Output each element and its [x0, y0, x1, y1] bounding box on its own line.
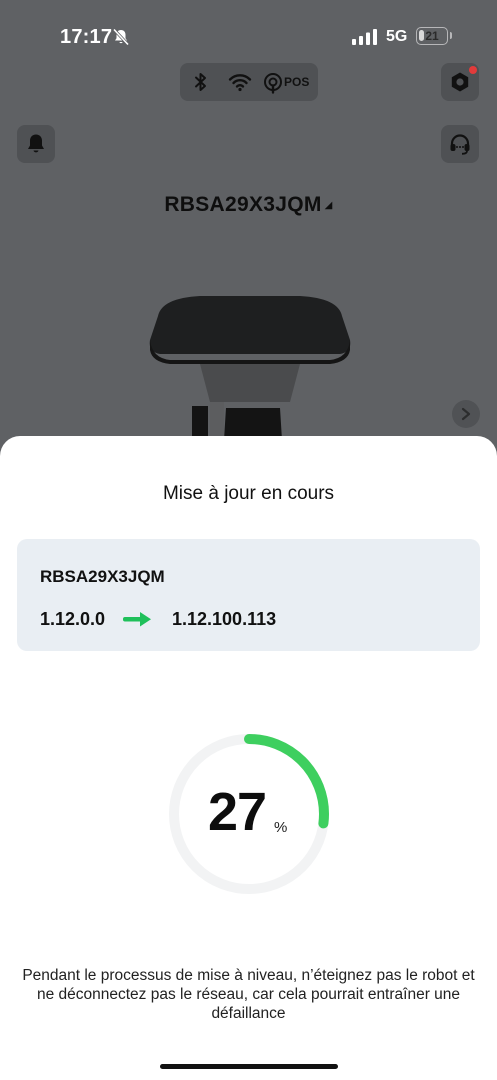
gear-icon — [451, 72, 469, 92]
next-button[interactable] — [452, 400, 480, 428]
support-button[interactable] — [441, 125, 479, 163]
home-indicator[interactable] — [160, 1064, 338, 1069]
wifi-icon — [228, 74, 252, 92]
arrow-right-icon — [123, 612, 151, 627]
robot-image — [149, 296, 351, 440]
bell-icon — [28, 134, 44, 153]
notifications-button[interactable] — [17, 125, 55, 163]
connectivity-indicator[interactable]: POS — [180, 63, 318, 101]
battery-nub — [450, 32, 452, 39]
progress-unit: % — [274, 819, 288, 836]
device-name: RBSA29X3JQM — [164, 193, 322, 216]
battery-icon: 21 — [416, 27, 448, 45]
new-version: 1.12.100.113 — [172, 609, 277, 629]
bluetooth-icon — [195, 73, 206, 91]
sheet-title: Mise à jour en cours — [162, 483, 335, 504]
bell-off-icon — [112, 28, 130, 46]
pos-label: POS — [284, 75, 310, 89]
signal-icon — [352, 29, 377, 45]
settings-button[interactable] — [441, 63, 479, 101]
chevron-right-icon — [461, 407, 471, 421]
status-bar: 17:17 5G 21 — [0, 0, 497, 72]
device-selector[interactable]: RBSA29X3JQM ◢ — [0, 193, 497, 217]
current-version: 1.12.0.0 — [40, 609, 106, 629]
battery-percent: 21 — [425, 29, 439, 43]
status-time: 17:17 — [60, 26, 113, 48]
update-bottom-sheet: Mise à jour en cours RBSA29X3JQM 1.12.0.… — [0, 436, 497, 1080]
headset-icon — [450, 134, 470, 155]
card-device-name: RBSA29X3JQM — [40, 567, 165, 586]
progress-value: 27 — [208, 782, 267, 842]
notification-dot — [469, 66, 477, 74]
pos-icon — [264, 73, 282, 94]
caret-icon: ◢ — [324, 199, 333, 211]
network-type: 5G — [386, 28, 408, 45]
warning-text: Pendant le processus de mise à niveau, n… — [22, 967, 475, 1022]
version-card: RBSA29X3JQM 1.12.0.0 1.12.100.113 — [17, 539, 480, 651]
